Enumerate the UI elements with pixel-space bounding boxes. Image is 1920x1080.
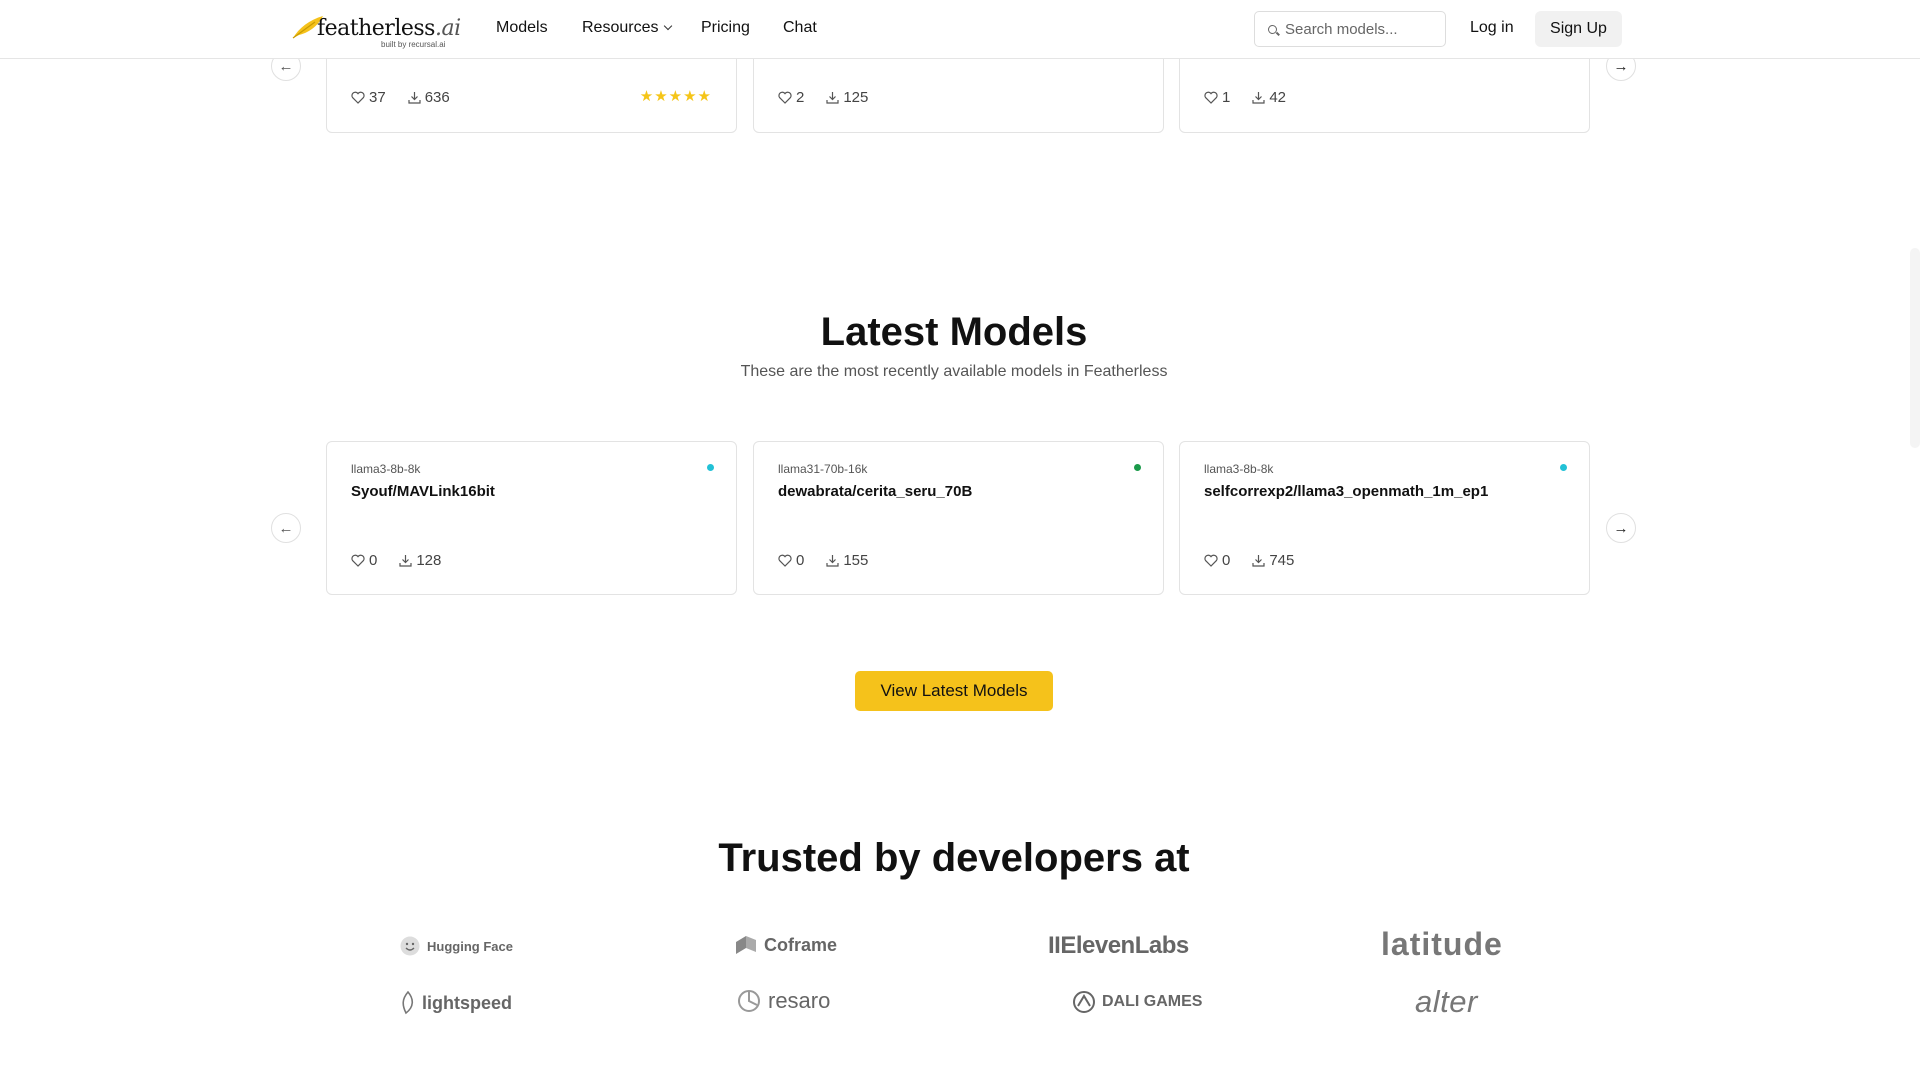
downloads-count: 125 xyxy=(843,89,869,106)
brand-label: Hugging Face xyxy=(427,938,513,954)
coframe-logo-icon xyxy=(736,936,756,954)
logo-wordmark: featherless.ai xyxy=(317,16,461,41)
resaro-logo-icon xyxy=(738,990,760,1012)
downloads-count: 128 xyxy=(416,552,442,569)
brand-elevenlabs: IIElevenLabs xyxy=(1048,932,1189,960)
card-stats: 2 125 xyxy=(778,89,868,106)
lightspeed-logo-icon xyxy=(402,991,414,1015)
heart-icon[interactable] xyxy=(778,554,792,567)
brand-label: lightspeed xyxy=(422,992,513,1013)
download-icon xyxy=(399,555,412,567)
dali-games-logo-icon xyxy=(1073,991,1095,1013)
model-card[interactable]: llama31-70b-16k dewabrata/cerita_seru_70… xyxy=(753,441,1164,595)
hugging-face-logo-icon xyxy=(400,936,420,956)
brand-label: alter xyxy=(1415,984,1478,1019)
nav-resources[interactable]: Resources xyxy=(582,19,673,37)
heart-icon[interactable] xyxy=(1204,91,1218,104)
likes-count: 0 xyxy=(796,552,805,569)
model-name[interactable]: selfcorrexp2/llama3_openmath_1m_ep1 xyxy=(1204,483,1488,500)
brand-hugging-face: Hugging Face xyxy=(399,935,513,957)
model-architecture-tag: llama3-8b-8k xyxy=(351,462,421,476)
search-input[interactable] xyxy=(1285,12,1440,46)
nav-pricing[interactable]: Pricing xyxy=(701,19,750,37)
download-icon xyxy=(1252,92,1265,104)
heart-icon[interactable] xyxy=(778,91,792,104)
arrow-right-icon: → xyxy=(1613,57,1629,75)
card-stats: 0 155 xyxy=(778,552,868,569)
brand-label: resaro xyxy=(768,988,831,1013)
downloads-count: 42 xyxy=(1269,89,1287,106)
brand-label: latitude xyxy=(1381,926,1503,962)
download-icon xyxy=(408,92,421,104)
login-link[interactable]: Log in xyxy=(1470,19,1514,37)
likes-count: 2 xyxy=(796,89,805,106)
brand-latitude: latitude xyxy=(1381,926,1503,963)
brand-resaro: resaro xyxy=(736,988,830,1014)
brand-label: Coframe xyxy=(764,934,838,955)
brand-coframe: Coframe xyxy=(734,934,837,956)
carousel-next-button[interactable]: → xyxy=(1606,513,1636,543)
card-stats: 0 128 xyxy=(351,552,441,569)
model-card[interactable]: llama3-8b-8k Syouf/MAVLink16bit 0 128 xyxy=(326,441,737,595)
card-stats: 0 745 xyxy=(1204,552,1294,569)
likes-count: 0 xyxy=(369,552,378,569)
nav-chat[interactable]: Chat xyxy=(783,19,817,37)
card-stats: 1 42 xyxy=(1204,89,1286,106)
download-icon xyxy=(1252,555,1265,567)
brand-label: DALI GAMES xyxy=(1102,993,1203,1010)
downloads-count: 745 xyxy=(1269,552,1295,569)
carousel-prev-button[interactable]: ← xyxy=(271,513,301,543)
heart-icon[interactable] xyxy=(351,91,365,104)
arrow-left-icon: ← xyxy=(278,519,294,537)
downloads-count: 155 xyxy=(843,552,869,569)
brand-label: IIElevenLabs xyxy=(1048,932,1189,959)
brand-dali-games: DALI GAMES xyxy=(1072,990,1202,1014)
rating-stars: ★★★★★ xyxy=(639,88,712,105)
search-icon xyxy=(1268,25,1277,34)
status-dot xyxy=(1134,464,1141,471)
downloads-count: 636 xyxy=(424,89,450,106)
brand-lightspeed: lightspeed xyxy=(400,991,512,1015)
featherless-logo[interactable]: featherless.ai built by recursal.ai xyxy=(291,12,461,50)
signup-button[interactable]: Sign Up xyxy=(1535,11,1622,47)
likes-count: 37 xyxy=(369,89,386,106)
model-architecture-tag: llama31-70b-16k xyxy=(778,462,868,476)
nav-resources-label: Resources xyxy=(582,19,659,36)
heart-icon[interactable] xyxy=(1204,554,1218,567)
brand-alter: alter xyxy=(1415,984,1478,1020)
download-icon xyxy=(826,92,839,104)
trusted-title: Trusted by developers at xyxy=(718,836,1190,880)
latest-models-subtitle: These are the most recently available mo… xyxy=(740,363,1168,380)
logo-subtitle: built by recursal.ai xyxy=(381,40,446,49)
scrollbar-track[interactable] xyxy=(1910,248,1920,448)
top-navbar: featherless.ai built by recursal.ai Mode… xyxy=(0,0,1920,59)
likes-count: 1 xyxy=(1222,89,1231,106)
search-box[interactable] xyxy=(1254,11,1446,47)
latest-models-title: Latest Models xyxy=(820,310,1088,354)
nav-models[interactable]: Models xyxy=(496,19,548,37)
download-icon xyxy=(826,555,839,567)
status-dot xyxy=(707,464,714,471)
likes-count: 0 xyxy=(1222,552,1231,569)
model-architecture-tag: llama3-8b-8k xyxy=(1204,462,1274,476)
model-name[interactable]: Syouf/MAVLink16bit xyxy=(351,483,495,500)
card-stats: 37 636 xyxy=(351,89,450,106)
model-card[interactable]: llama3-8b-8k selfcorrexp2/llama3_openmat… xyxy=(1179,441,1590,595)
view-latest-models-button[interactable]: View Latest Models xyxy=(855,671,1053,711)
status-dot xyxy=(1560,464,1567,471)
arrow-left-icon: ← xyxy=(278,57,294,75)
arrow-right-icon: → xyxy=(1613,519,1629,537)
heart-icon[interactable] xyxy=(351,554,365,567)
model-name[interactable]: dewabrata/cerita_seru_70B xyxy=(778,483,972,500)
chevron-down-icon xyxy=(664,21,673,31)
